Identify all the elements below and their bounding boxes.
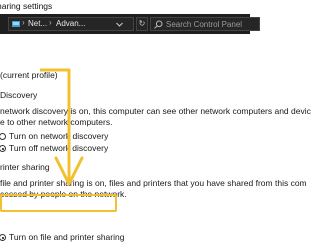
refresh-button[interactable]: ↻ — [136, 17, 148, 31]
address-box[interactable]: › Net... › Advan... — [8, 17, 134, 31]
search-box[interactable] — [150, 17, 260, 31]
turn-off-network-discovery-label[interactable]: Turn off network discovery — [9, 143, 108, 153]
settings-content: (current profile) Discovery network disc… — [0, 34, 311, 250]
network-discovery-description: network discovery is on, this computer c… — [0, 106, 311, 116]
network-icon — [12, 21, 20, 27]
network-discovery-heading: Discovery — [0, 90, 38, 100]
title-bar: haring settings — [0, 0, 250, 14]
breadcrumb-separator-icon: › — [22, 18, 25, 27]
address-bar: › Net... › Advan... ↻ — [0, 14, 260, 34]
printer-sharing-description: file and printer sharing is on, files an… — [0, 178, 307, 188]
breadcrumb-item[interactable]: Net... — [28, 19, 47, 28]
network-discovery-description: e to other network computers. — [0, 117, 113, 127]
turn-on-file-printer-sharing-radio[interactable] — [0, 234, 6, 241]
breadcrumb-item[interactable]: Advan... — [56, 19, 85, 28]
breadcrumb-separator-icon: › — [49, 18, 52, 27]
search-icon — [154, 20, 163, 29]
search-input[interactable] — [166, 18, 256, 30]
turn-on-file-printer-sharing-label[interactable]: Turn on file and printer sharing — [9, 232, 124, 242]
turn-on-network-discovery-radio[interactable] — [0, 133, 6, 140]
printer-sharing-heading: rinter sharing — [0, 162, 50, 172]
turn-on-network-discovery-label[interactable]: Turn on network discovery — [9, 131, 108, 141]
printer-sharing-description: cessed by people on the network. — [0, 189, 127, 199]
profile-heading: (current profile) — [0, 70, 58, 80]
chevron-down-icon[interactable] — [116, 22, 123, 27]
window-title: haring settings — [0, 1, 53, 11]
refresh-icon: ↻ — [138, 19, 146, 28]
turn-off-network-discovery-radio[interactable] — [0, 145, 6, 152]
